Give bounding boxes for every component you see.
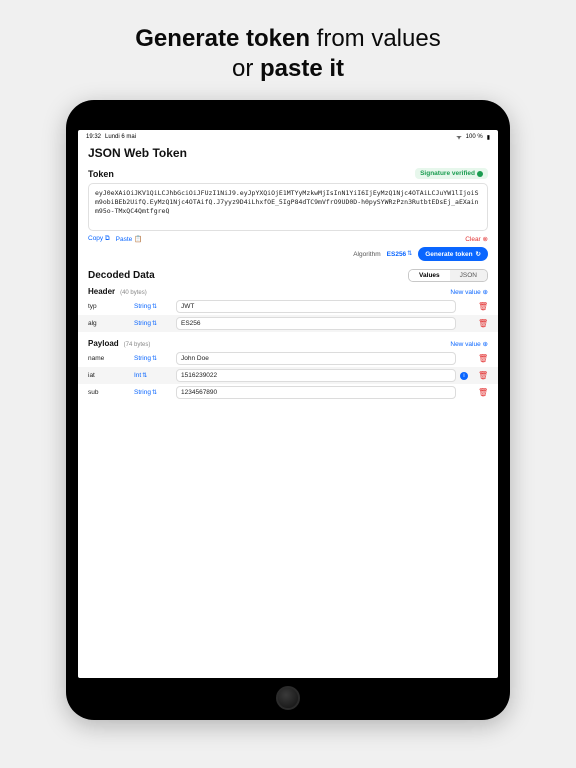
kv-type-picker[interactable]: String⇅: [134, 303, 172, 310]
token-input[interactable]: eyJ0eXAiOiJKV1QiLCJhbGciOiJFUzI1NiJ9.eyJ…: [88, 183, 488, 231]
delete-row-button[interactable]: 🗑: [478, 319, 488, 328]
kv-row: iat Int⇅ 1516239022 i 🗑: [78, 367, 498, 384]
home-button[interactable]: [276, 686, 300, 710]
kv-row: sub String⇅ 1234567890 🗑: [78, 384, 498, 401]
payload-label: Payload: [88, 339, 119, 348]
header-label: Header: [88, 287, 115, 296]
view-segmented-control[interactable]: Values JSON: [408, 269, 488, 282]
chevron-updown-icon: ⇅: [142, 372, 147, 379]
decoded-title: Decoded Data: [88, 270, 155, 281]
wifi-icon: ᯤ: [456, 133, 461, 141]
delete-row-button[interactable]: 🗑: [478, 354, 488, 363]
segment-values[interactable]: Values: [409, 270, 450, 281]
copy-button[interactable]: Copy ⧉: [88, 235, 110, 243]
kv-row: typ String⇅ JWT 🗑: [78, 298, 498, 315]
kv-type-picker[interactable]: String⇅: [134, 320, 172, 327]
ipad-frame: 19:32 Lundi 6 mai ᯤ 100 % ▮ JSON Web Tok…: [66, 100, 510, 720]
payload-bytes: (74 bytes): [124, 342, 151, 348]
kv-type-picker[interactable]: Int⇅: [134, 372, 172, 379]
kv-type-picker[interactable]: String⇅: [134, 355, 172, 362]
kv-value-input[interactable]: ES256: [176, 317, 456, 330]
kv-value-input[interactable]: JWT: [176, 300, 456, 313]
screen: 19:32 Lundi 6 mai ᯤ 100 % ▮ JSON Web Tok…: [78, 130, 498, 678]
kv-row: alg String⇅ ES256 🗑: [78, 315, 498, 332]
check-icon: [477, 171, 483, 177]
delete-row-button[interactable]: 🗑: [478, 371, 488, 380]
page-title: JSON Web Token: [78, 142, 498, 164]
generate-token-button[interactable]: Generate token ↻: [418, 247, 488, 261]
token-section-label: Token: [88, 169, 114, 179]
delete-row-button[interactable]: 🗑: [478, 302, 488, 311]
kv-key: typ: [88, 303, 130, 310]
info-icon[interactable]: i: [460, 372, 468, 380]
kv-key: iat: [88, 372, 130, 379]
kv-key: sub: [88, 389, 130, 396]
header-new-value-button[interactable]: New value ⊕: [450, 288, 488, 296]
status-time: 19:32: [86, 134, 101, 140]
chevron-updown-icon: ⇅: [152, 303, 157, 310]
status-battery: 100 %: [466, 134, 483, 140]
chevron-updown-icon: ⇅: [152, 355, 157, 362]
clear-button[interactable]: Clear ⊗: [465, 235, 488, 243]
algorithm-picker[interactable]: ES256 ⇅: [387, 251, 413, 258]
kv-value-input[interactable]: John Doe: [176, 352, 456, 365]
status-date: Lundi 6 mai: [105, 134, 136, 140]
kv-row: name String⇅ John Doe 🗑: [78, 350, 498, 367]
payload-new-value-button[interactable]: New value ⊕: [450, 340, 488, 348]
kv-value-input[interactable]: 1234567890: [176, 386, 456, 399]
algorithm-label: Algorithm: [353, 251, 380, 258]
segment-json[interactable]: JSON: [450, 270, 487, 281]
chevron-updown-icon: ⇅: [407, 251, 412, 257]
kv-key: name: [88, 355, 130, 362]
battery-icon: ▮: [487, 134, 490, 141]
status-bar: 19:32 Lundi 6 mai ᯤ 100 % ▮: [78, 130, 498, 142]
paste-button[interactable]: Paste 📋: [116, 235, 143, 243]
header-bytes: (40 bytes): [120, 290, 147, 296]
marketing-headline: Generate token from values or paste it: [0, 0, 576, 100]
kv-value-input[interactable]: 1516239022: [176, 369, 456, 382]
chevron-updown-icon: ⇅: [152, 389, 157, 396]
signature-verified-badge: Signature verified: [415, 168, 488, 179]
kv-type-picker[interactable]: String⇅: [134, 389, 172, 396]
refresh-icon: ↻: [476, 250, 481, 258]
chevron-updown-icon: ⇅: [152, 320, 157, 327]
kv-key: alg: [88, 320, 130, 327]
delete-row-button[interactable]: 🗑: [478, 388, 488, 397]
